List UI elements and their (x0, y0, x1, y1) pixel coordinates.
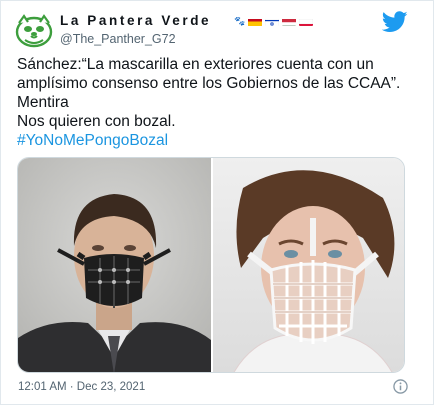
muzzle-woman-photo[interactable] (213, 158, 405, 373)
spain-flag-icon (248, 16, 263, 26)
twitter-bird-icon[interactable] (382, 11, 408, 33)
hashtag-link[interactable]: #YoNoMePongoBozal (17, 131, 417, 150)
paw-prints-icon: 🐾 (234, 16, 246, 26)
hungary-flag-icon (282, 16, 297, 26)
name-decorations: 🐾 (234, 15, 314, 27)
tweet-timestamp[interactable]: 12:01 AM · Dec 23, 2021 (18, 381, 145, 393)
poland-flag-icon (299, 16, 314, 26)
avatar[interactable] (13, 9, 55, 51)
display-name[interactable]: La Pantera Verde (60, 13, 211, 28)
tweet-line: amplísimo consenso entre los Gobiernos d… (17, 75, 401, 92)
panther-avatar-icon (13, 9, 55, 51)
tweet-card: La Pantera Verde 🐾 @The_Panther_G72 Sánc… (0, 0, 434, 405)
tweet-media[interactable] (17, 157, 405, 373)
tweet-line: Nos quieren con bozal. (17, 113, 176, 130)
muzzle-man-photo[interactable] (18, 158, 211, 373)
tweet-line: Sánchez:“La mascarilla en exteriores cue… (17, 56, 374, 73)
info-icon[interactable] (393, 379, 408, 394)
israel-flag-icon (265, 16, 280, 26)
tweet-line: Mentira (17, 94, 69, 111)
tweet-text: Sánchez:“La mascarilla en exteriores cue… (17, 55, 417, 150)
account-handle[interactable]: @The_Panther_G72 (60, 32, 176, 46)
